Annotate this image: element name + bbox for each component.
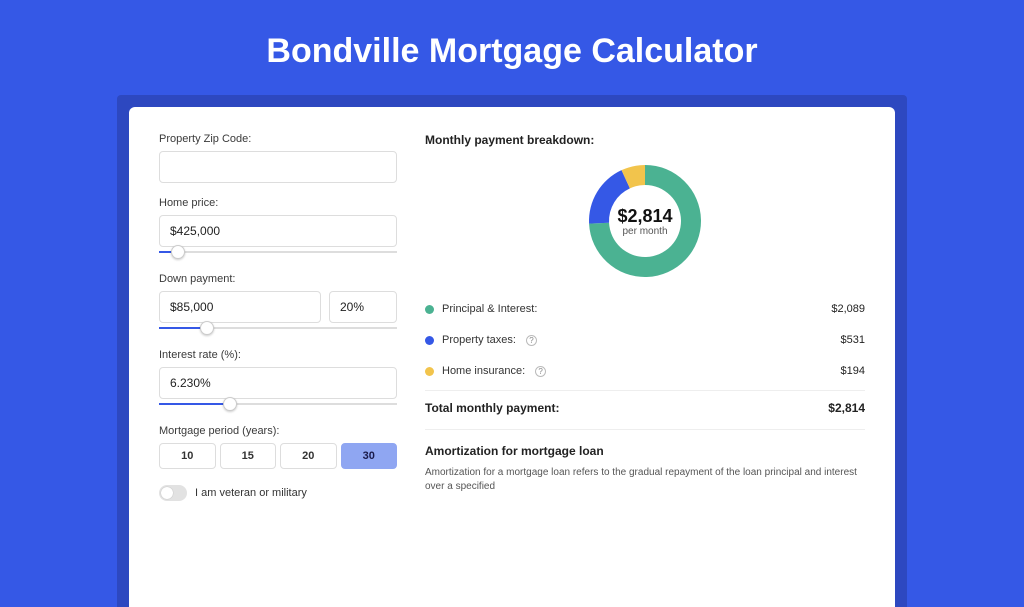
donut-value: $2,814 [617, 206, 672, 227]
legend: Principal & Interest: $2,089 Property taxe… [425, 293, 865, 386]
interest-rate-group: Interest rate (%): [159, 349, 397, 411]
calculator-card: Property Zip Code: Home price: Down paym… [129, 107, 895, 607]
legend-label: Home insurance: [442, 365, 525, 377]
legend-amount: $194 [841, 365, 865, 377]
down-payment-slider[interactable] [159, 321, 397, 335]
down-payment-label: Down payment: [159, 273, 397, 285]
legend-dot-icon [425, 305, 434, 314]
breakdown-panel: Monthly payment breakdown: $2,814 per mo… [425, 133, 865, 607]
interest-rate-slider[interactable] [159, 397, 397, 411]
interest-rate-input[interactable] [159, 367, 397, 399]
legend-row-hi: Home insurance:? $194 [425, 355, 865, 386]
legend-amount: $531 [841, 334, 865, 346]
period-option-15[interactable]: 15 [220, 443, 277, 469]
home-price-group: Home price: [159, 197, 397, 259]
breakdown-title: Monthly payment breakdown: [425, 133, 865, 147]
period-group: Mortgage period (years): 10152030 [159, 425, 397, 469]
legend-label: Principal & Interest: [442, 303, 537, 315]
interest-rate-label: Interest rate (%): [159, 349, 397, 361]
legend-row-pi: Principal & Interest: $2,089 [425, 293, 865, 324]
page-title: Bondville Mortgage Calculator [0, 0, 1024, 95]
down-payment-amount-input[interactable] [159, 291, 321, 323]
zip-input[interactable] [159, 151, 397, 183]
period-options: 10152030 [159, 443, 397, 469]
home-price-slider[interactable] [159, 245, 397, 259]
zip-group: Property Zip Code: [159, 133, 397, 183]
total-label: Total monthly payment: [425, 401, 559, 415]
veteran-row: I am veteran or military [159, 485, 397, 501]
home-price-input[interactable] [159, 215, 397, 247]
period-option-30[interactable]: 30 [341, 443, 398, 469]
donut-sublabel: per month [622, 226, 667, 237]
inputs-panel: Property Zip Code: Home price: Down paym… [159, 133, 397, 607]
total-amount: $2,814 [828, 401, 865, 415]
legend-label: Property taxes: [442, 334, 516, 346]
legend-dot-icon [425, 367, 434, 376]
amortization-section: Amortization for mortgage loan Amortizat… [425, 429, 865, 494]
help-icon[interactable]: ? [535, 366, 546, 377]
total-row: Total monthly payment: $2,814 [425, 390, 865, 429]
legend-dot-icon [425, 336, 434, 345]
amortization-text: Amortization for a mortgage loan refers … [425, 466, 865, 494]
legend-amount: $2,089 [831, 303, 865, 315]
donut-center: $2,814 per month [585, 161, 705, 281]
card-frame: Property Zip Code: Home price: Down paym… [117, 95, 907, 607]
help-icon[interactable]: ? [526, 335, 537, 346]
period-option-10[interactable]: 10 [159, 443, 216, 469]
legend-row-pt: Property taxes:? $531 [425, 324, 865, 355]
home-price-label: Home price: [159, 197, 397, 209]
period-label: Mortgage period (years): [159, 425, 397, 437]
veteran-toggle[interactable] [159, 485, 187, 501]
veteran-label: I am veteran or military [195, 487, 307, 499]
period-option-20[interactable]: 20 [280, 443, 337, 469]
down-payment-percent-input[interactable] [329, 291, 397, 323]
zip-label: Property Zip Code: [159, 133, 397, 145]
amortization-title: Amortization for mortgage loan [425, 444, 865, 458]
donut-chart: $2,814 per month [425, 155, 865, 293]
down-payment-group: Down payment: [159, 273, 397, 335]
